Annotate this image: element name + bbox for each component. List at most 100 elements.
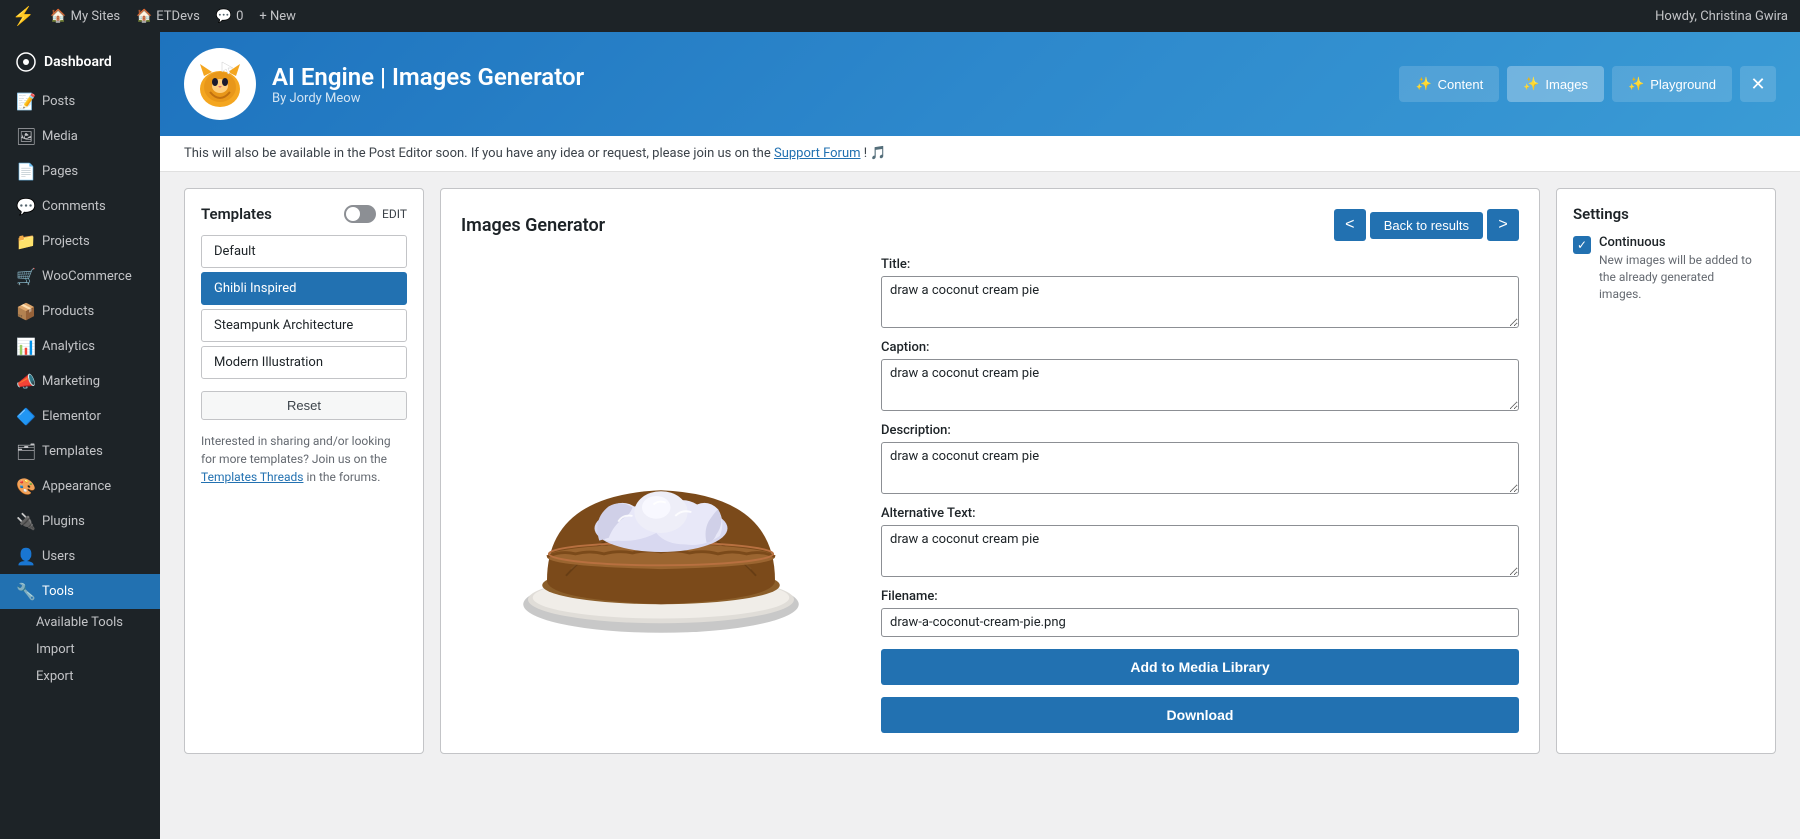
playground-nav-icon: ✨ (1628, 76, 1644, 92)
content-nav-icon: ✨ (1415, 76, 1431, 92)
generator-body: Title: draw a coconut cream pie Caption:… (461, 257, 1519, 733)
next-button[interactable]: > (1487, 209, 1519, 241)
template-steampunk[interactable]: Steampunk Architecture (201, 309, 407, 342)
new-content-menu[interactable]: + New (259, 9, 296, 24)
pages-icon: 📄 (16, 162, 34, 181)
playground-nav-button[interactable]: ✨ Playground (1612, 66, 1732, 102)
sidebar-item-templates[interactable]: 🗂 Templates (0, 434, 160, 469)
generated-image (471, 305, 851, 685)
projects-icon: 📁 (16, 232, 34, 251)
admin-bar: ⚡ 🏠 My Sites 🏠 ETDevs 💬 0 + New Howdy, C… (0, 0, 1800, 32)
title-input[interactable]: draw a coconut cream pie (881, 276, 1519, 328)
caption-input[interactable]: draw a coconut cream pie (881, 359, 1519, 411)
title-field-group: Title: draw a coconut cream pie (881, 257, 1519, 328)
generator-header: Images Generator < Back to results > (461, 209, 1519, 241)
sidebar-item-analytics[interactable]: 📊 Analytics (0, 329, 160, 364)
templates-footer: Interested in sharing and/or looking for… (201, 432, 407, 486)
title-label: Title: (881, 257, 1519, 272)
sidebar-item-woocommerce[interactable]: 🛒 WooCommerce (0, 259, 160, 294)
posts-icon: 📝 (16, 92, 34, 111)
continuous-checkbox[interactable]: ✓ (1573, 236, 1591, 254)
description-label: Description: (881, 423, 1519, 438)
dashboard-link[interactable]: Dashboard (0, 40, 160, 84)
filename-label: Filename: (881, 589, 1519, 604)
home-icon: 🏠 (136, 9, 152, 24)
template-ghibli[interactable]: Ghibli Inspired (201, 272, 407, 305)
wp-logo-icon[interactable]: ⚡ (12, 6, 34, 27)
appearance-icon: 🎨 (16, 477, 34, 496)
toggle-knob (346, 207, 360, 221)
sidebar-item-plugins[interactable]: 🔌 Plugins (0, 504, 160, 539)
sidebar-item-media[interactable]: 🖼 Media (0, 119, 160, 154)
sidebar-item-pages[interactable]: 📄 Pages (0, 154, 160, 189)
plugin-title-area: AI Engine | Images Generator By Jordy Me… (272, 63, 1383, 106)
description-input[interactable]: draw a coconut cream pie (881, 442, 1519, 494)
settings-panel: Settings ✓ Continuous New images will be… (1556, 188, 1776, 754)
alt-input[interactable]: draw a coconut cream pie (881, 525, 1519, 577)
plugin-title: AI Engine | Images Generator (272, 63, 1383, 91)
marketing-icon: 📣 (16, 372, 34, 391)
notice-bar: This will also be available in the Post … (160, 136, 1800, 172)
products-icon: 📦 (16, 302, 34, 321)
analytics-icon: 📊 (16, 337, 34, 356)
plugin-header: AI Engine | Images Generator By Jordy Me… (160, 32, 1800, 136)
template-modern[interactable]: Modern Illustration (201, 346, 407, 379)
site-name-link[interactable]: 🏠 ETDevs (136, 9, 200, 24)
templates-title: Templates (201, 205, 272, 223)
nav-buttons: < Back to results > (1334, 209, 1519, 241)
download-button[interactable]: Download (881, 697, 1519, 733)
close-plugin-button[interactable]: ✕ (1740, 66, 1776, 102)
user-greeting: Howdy, Christina Gwira (1655, 9, 1788, 24)
sidebar-item-comments[interactable]: 💬 Comments (0, 189, 160, 224)
sidebar-item-projects[interactable]: 📁 Projects (0, 224, 160, 259)
sidebar-item-users[interactable]: 👤 Users (0, 539, 160, 574)
plugin-nav: ✨ Content ✨ Images ✨ Playground ✕ (1399, 66, 1776, 102)
reset-button[interactable]: Reset (201, 391, 407, 420)
sidebar-item-products[interactable]: 📦 Products (0, 294, 160, 329)
templates-header: Templates EDIT (201, 205, 407, 223)
support-forum-link[interactable]: Support Forum (774, 146, 861, 161)
wordpress-logo-icon (16, 52, 36, 72)
generator-title: Images Generator (461, 215, 605, 236)
sidebar-item-posts[interactable]: 📝 Posts (0, 84, 160, 119)
templates-icon: 🗂 (16, 442, 34, 461)
submenu-available-tools[interactable]: Available Tools (0, 609, 160, 636)
submenu-export[interactable]: Export (0, 663, 160, 690)
images-nav-button[interactable]: ✨ Images (1507, 66, 1604, 102)
caption-field-group: Caption: draw a coconut cream pie (881, 340, 1519, 411)
comment-icon: 💬 (216, 9, 232, 24)
sidebar-item-tools[interactable]: 🔧 Tools (0, 574, 160, 609)
fields-panel: Title: draw a coconut cream pie Caption:… (881, 257, 1519, 733)
template-default[interactable]: Default (201, 235, 407, 268)
sites-icon: 🏠 (50, 9, 66, 24)
sidebar: Dashboard 📝 Posts 🖼 Media 📄 Pages 💬 Comm… (0, 32, 160, 839)
sidebar-item-marketing[interactable]: 📣 Marketing (0, 364, 160, 399)
sidebar-item-elementor[interactable]: 🔷 Elementor (0, 399, 160, 434)
images-nav-icon: ✨ (1523, 76, 1539, 92)
template-list: Default Ghibli Inspired Steampunk Archit… (201, 235, 407, 379)
templates-threads-link[interactable]: Templates Threads (201, 470, 303, 484)
continuous-option-text: Continuous New images will be added to t… (1599, 235, 1759, 302)
prev-button[interactable]: < (1334, 209, 1366, 241)
my-sites-menu[interactable]: 🏠 My Sites (50, 9, 120, 24)
comments-link[interactable]: 💬 0 (216, 9, 244, 24)
edit-toggle[interactable]: EDIT (344, 205, 407, 223)
comments-icon: 💬 (16, 197, 34, 216)
templates-panel: Templates EDIT Default Ghibli Inspired (184, 188, 424, 754)
content-area: Templates EDIT Default Ghibli Inspired (160, 172, 1800, 770)
submenu-import[interactable]: Import (0, 636, 160, 663)
sidebar-item-appearance[interactable]: 🎨 Appearance (0, 469, 160, 504)
add-to-library-button[interactable]: Add to Media Library (881, 649, 1519, 685)
settings-title: Settings (1573, 205, 1759, 223)
content-nav-button[interactable]: ✨ Content (1399, 66, 1499, 102)
back-to-results-button[interactable]: Back to results (1370, 212, 1483, 239)
filename-input[interactable] (881, 608, 1519, 637)
plugins-icon: 🔌 (16, 512, 34, 531)
plugin-subtitle: By Jordy Meow (272, 91, 1383, 106)
toggle-switch[interactable] (344, 205, 376, 223)
woocommerce-icon: 🛒 (16, 267, 34, 286)
alt-field-group: Alternative Text: draw a coconut cream p… (881, 506, 1519, 577)
generator-panel: Images Generator < Back to results > (440, 188, 1540, 754)
media-icon: 🖼 (16, 127, 34, 146)
plugin-logo (184, 48, 256, 120)
